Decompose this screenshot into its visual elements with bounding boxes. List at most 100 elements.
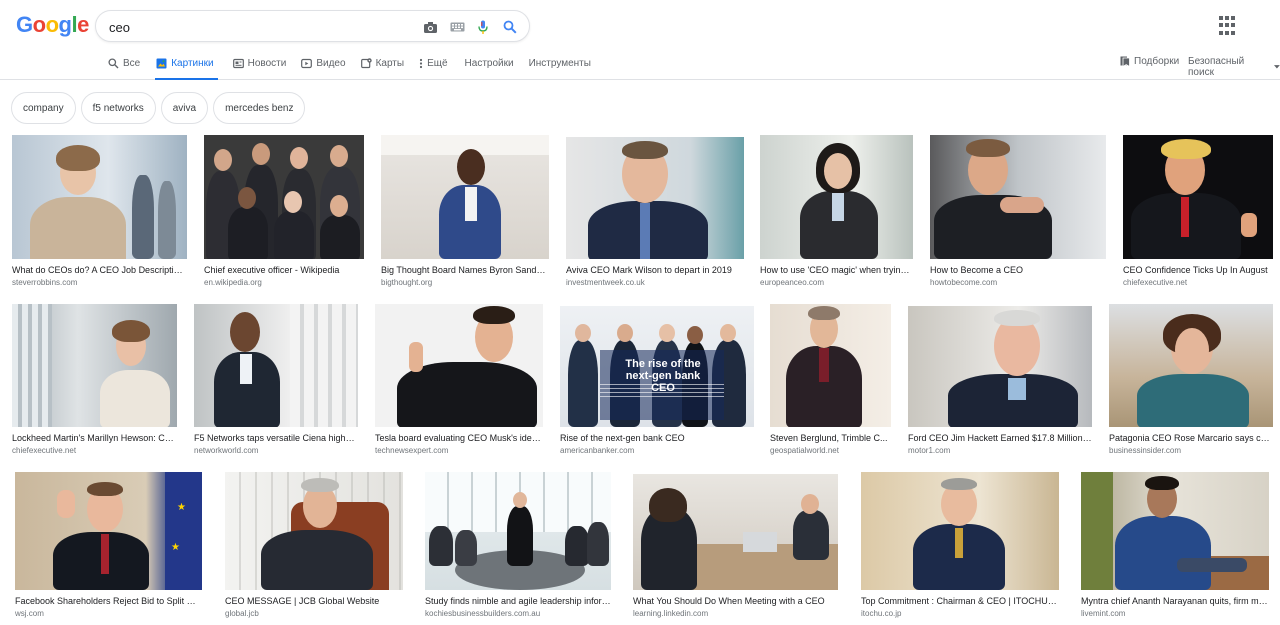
result-caption: What do CEOs do? A CEO Job Description .… bbox=[12, 265, 187, 275]
search-icon[interactable] bbox=[500, 17, 520, 37]
image-result[interactable]: The rise of the next-gen bank CEO Rise o… bbox=[560, 306, 754, 456]
image-result[interactable]: Tesla board evaluating CEO Musk's idea .… bbox=[375, 304, 543, 456]
tab-label: Все bbox=[123, 58, 141, 69]
image-result[interactable]: CEO MESSAGE | JCB Global Website global.… bbox=[225, 472, 403, 619]
image-thumbnail[interactable] bbox=[381, 135, 549, 259]
image-result[interactable]: Patagonia CEO Rose Marcario says ca... b… bbox=[1109, 304, 1273, 456]
tab-images[interactable]: Картинки bbox=[155, 52, 218, 80]
image-thumbnail[interactable] bbox=[861, 472, 1059, 590]
result-source: bigthought.org bbox=[381, 278, 433, 287]
tab-tools[interactable]: Инструменты bbox=[529, 52, 591, 80]
chip-aviva[interactable]: aviva bbox=[160, 92, 209, 124]
image-result[interactable]: Myntra chief Ananth Narayanan quits, fir… bbox=[1081, 472, 1269, 619]
result-source: chiefexecutive.net bbox=[12, 446, 77, 455]
result-caption: Myntra chief Ananth Narayanan quits, fir… bbox=[1081, 596, 1269, 606]
tab-label: Карты bbox=[375, 58, 405, 69]
tab-label: Новости bbox=[247, 58, 287, 69]
image-result[interactable]: Steven Berglund, Trimble C... geospatial… bbox=[770, 304, 891, 456]
safe-search-dropdown[interactable]: Безопасный поиск bbox=[1188, 56, 1280, 78]
image-thumbnail[interactable]: ★ ★ bbox=[15, 472, 202, 590]
collections-link[interactable]: Подборки bbox=[1120, 56, 1179, 67]
result-source: motor1.com bbox=[908, 446, 951, 455]
result-source: livemint.com bbox=[1081, 609, 1126, 618]
search-input[interactable] bbox=[109, 18, 399, 36]
result-caption: Facebook Shareholders Reject Bid to Spli… bbox=[15, 596, 202, 606]
apps-grid-icon[interactable] bbox=[1219, 16, 1239, 36]
image-thumbnail[interactable] bbox=[566, 137, 744, 259]
image-thumbnail[interactable] bbox=[1123, 135, 1273, 259]
result-caption: Top Commitment : Chairman & CEO | ITOCHU… bbox=[861, 596, 1059, 606]
chip-mercedes-benz[interactable]: mercedes benz bbox=[213, 92, 306, 124]
result-caption: CEO MESSAGE | JCB Global Website bbox=[225, 596, 380, 606]
image-thumbnail[interactable] bbox=[633, 474, 838, 590]
image-thumbnail[interactable] bbox=[375, 304, 543, 427]
video-icon bbox=[301, 58, 313, 69]
image-result[interactable]: How to use 'CEO magic' when trying ... e… bbox=[760, 135, 913, 288]
result-caption: F5 Networks taps versatile Ciena higher.… bbox=[194, 433, 358, 443]
keyboard-icon[interactable] bbox=[447, 17, 467, 37]
tab-all[interactable]: Все bbox=[108, 52, 140, 80]
tab-label: Инструменты bbox=[528, 58, 591, 69]
image-thumbnail[interactable] bbox=[12, 135, 187, 259]
result-caption: Aviva CEO Mark Wilson to depart in 2019 bbox=[566, 265, 732, 275]
result-source: en.wikipedia.org bbox=[204, 278, 262, 287]
result-source: europeanceo.com bbox=[760, 278, 825, 287]
result-caption: What You Should Do When Meeting with a C… bbox=[633, 596, 825, 606]
search-icon bbox=[108, 58, 119, 69]
image-result[interactable]: What do CEOs do? A CEO Job Description .… bbox=[12, 135, 187, 288]
image-result[interactable]: F5 Networks taps versatile Ciena higher.… bbox=[194, 304, 358, 456]
result-caption: Patagonia CEO Rose Marcario says ca... bbox=[1109, 433, 1273, 443]
image-result[interactable]: Lockheed Martin's Marillyn Hewson: CE...… bbox=[12, 304, 177, 456]
related-chips: company f5 networks aviva mercedes benz bbox=[11, 92, 306, 124]
image-thumbnail[interactable] bbox=[770, 304, 891, 427]
image-result[interactable]: Ford CEO Jim Hackett Earned $17.8 Millio… bbox=[908, 306, 1092, 456]
result-source: kochiesbusinessbuilders.com.au bbox=[425, 609, 541, 618]
image-result[interactable]: Aviva CEO Mark Wilson to depart in 2019 … bbox=[566, 137, 744, 288]
tab-more[interactable]: Ещё bbox=[419, 52, 448, 80]
tab-video[interactable]: Видео bbox=[301, 52, 346, 80]
chip-company[interactable]: company bbox=[11, 92, 76, 124]
tab-maps[interactable]: Карты bbox=[360, 52, 405, 80]
image-result[interactable]: How to Become a CEO howtobecome.com bbox=[930, 135, 1106, 288]
image-thumbnail[interactable] bbox=[930, 135, 1106, 259]
image-result[interactable]: Top Commitment : Chairman & CEO | ITOCHU… bbox=[861, 472, 1059, 619]
news-icon bbox=[232, 58, 244, 69]
image-result[interactable]: Study finds nimble and agile leadership … bbox=[425, 472, 611, 619]
result-caption: Big Thought Board Names Byron Sander ... bbox=[381, 265, 549, 275]
microphone-icon[interactable] bbox=[473, 17, 493, 37]
google-logo[interactable]: Google bbox=[16, 12, 89, 38]
result-caption: Rise of the next-gen bank CEO bbox=[560, 433, 685, 443]
result-caption: Steven Berglund, Trimble C... bbox=[770, 433, 888, 443]
result-source: howtobecome.com bbox=[930, 278, 998, 287]
banner-fine-print bbox=[600, 384, 724, 400]
image-thumbnail[interactable] bbox=[1081, 472, 1269, 590]
image-thumbnail[interactable] bbox=[1109, 304, 1273, 427]
image-thumbnail[interactable]: The rise of the next-gen bank CEO bbox=[560, 306, 754, 427]
tab-news[interactable]: Новости bbox=[232, 52, 287, 80]
image-result[interactable]: Big Thought Board Names Byron Sander ...… bbox=[381, 135, 549, 288]
image-result[interactable]: CEO Confidence Ticks Up In August chiefe… bbox=[1123, 135, 1273, 288]
tab-label: Ещё bbox=[427, 58, 448, 69]
search-box bbox=[95, 10, 530, 42]
image-thumbnail[interactable] bbox=[12, 304, 177, 427]
image-result[interactable]: What You Should Do When Meeting with a C… bbox=[633, 474, 838, 619]
result-caption: Ford CEO Jim Hackett Earned $17.8 Millio… bbox=[908, 433, 1092, 443]
image-thumbnail[interactable] bbox=[425, 472, 611, 590]
result-caption: How to Become a CEO bbox=[930, 265, 1024, 275]
result-source: chiefexecutive.net bbox=[1123, 278, 1188, 287]
image-thumbnail[interactable] bbox=[204, 135, 364, 259]
result-source: technewsexpert.com bbox=[375, 446, 449, 455]
image-thumbnail[interactable] bbox=[225, 472, 403, 590]
image-result[interactable]: ★ ★ Facebook Shareholders Reject Bid to … bbox=[15, 472, 202, 619]
image-thumbnail[interactable] bbox=[194, 304, 358, 427]
image-thumbnail[interactable] bbox=[760, 135, 913, 259]
image-thumbnail[interactable] bbox=[908, 306, 1092, 427]
chip-f5-networks[interactable]: f5 networks bbox=[80, 92, 156, 124]
safe-search-label: Безопасный поиск bbox=[1188, 56, 1245, 78]
camera-icon[interactable] bbox=[420, 17, 440, 37]
result-caption: Study finds nimble and agile leadership … bbox=[425, 596, 611, 606]
tab-settings[interactable]: Настройки bbox=[465, 52, 514, 80]
image-result[interactable]: Chief executive officer - Wikipedia en.w… bbox=[204, 135, 364, 288]
result-source: itochu.co.jp bbox=[861, 609, 902, 618]
header: Google Все Картинки Новости bbox=[0, 0, 1280, 80]
